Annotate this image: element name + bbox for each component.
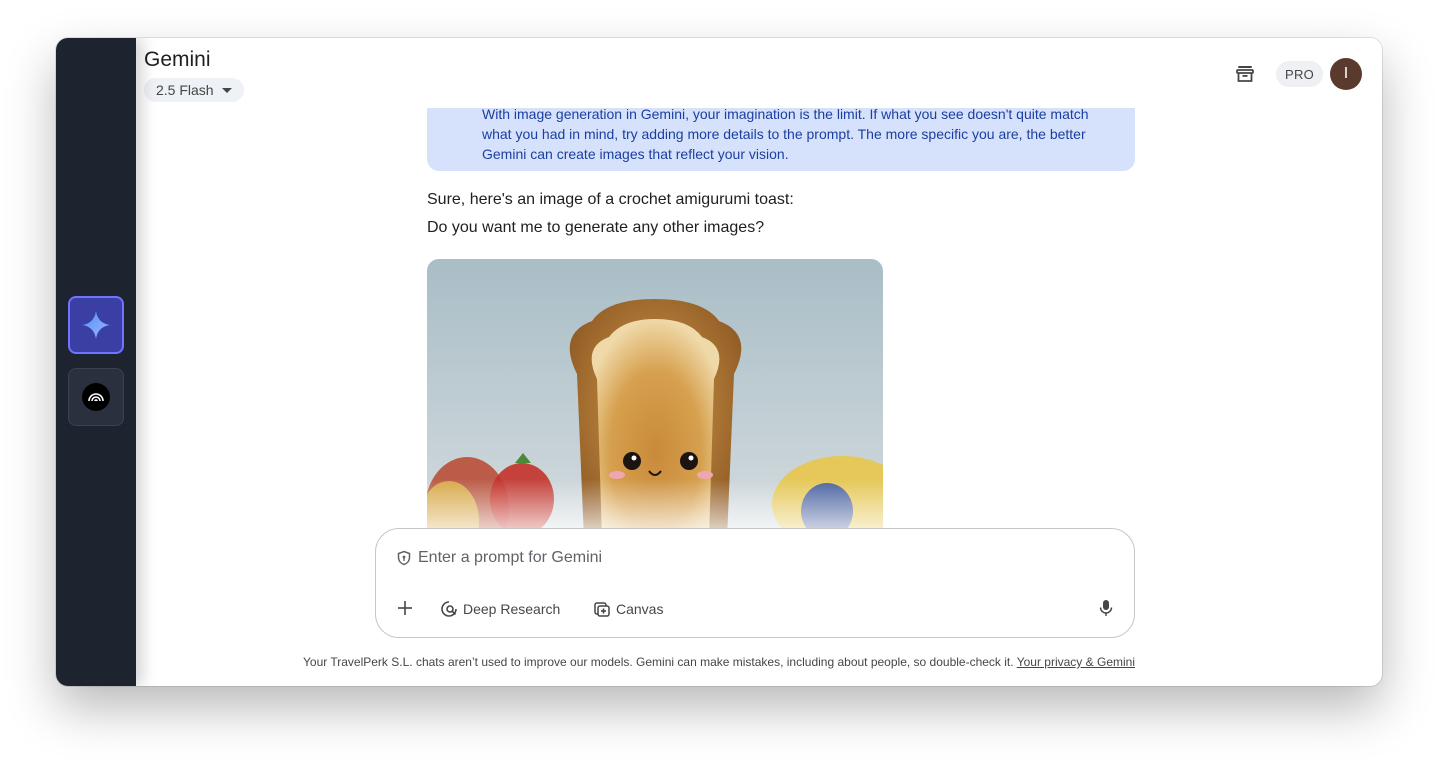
deep-research-button[interactable]: Deep Research	[440, 598, 560, 620]
microphone-icon[interactable]	[1098, 599, 1114, 617]
model-selector[interactable]: 2.5 Flash	[144, 78, 244, 102]
info-line: Gemini can create images that reflect yo…	[482, 146, 789, 162]
prompt-placeholder[interactable]: Enter a prompt for Gemini	[418, 549, 602, 567]
privacy-link[interactable]: Your privacy & Gemini	[1017, 655, 1135, 669]
gem-broadcast-icon	[82, 383, 110, 411]
footer-disclaimer: Your TravelPerk S.L. chats aren’t used t…	[56, 655, 1382, 669]
disclaimer-text: Your TravelPerk S.L. chats aren’t used t…	[303, 655, 1014, 669]
info-line: what you had in mind, try adding more de…	[482, 126, 1086, 142]
side-rail	[56, 38, 136, 686]
rail-gem-button[interactable]	[68, 368, 124, 426]
rail-gemini-button[interactable]	[68, 296, 124, 354]
response-followup: Do you want me to generate any other ima…	[427, 219, 765, 236]
caret-down-icon	[221, 87, 232, 93]
canvas-button[interactable]: Canvas	[593, 598, 663, 620]
deep-research-label: Deep Research	[463, 601, 561, 617]
response-text: Sure, here's an image of a crochet amigu…	[427, 191, 794, 208]
shield-icon	[397, 550, 411, 566]
pro-badge[interactable]: PRO	[1276, 61, 1324, 87]
gemini-sparkle-icon	[82, 311, 110, 339]
prompt-composer: Enter a prompt for Gemini Deep Research …	[375, 528, 1135, 638]
canvas-label: Canvas	[616, 601, 664, 617]
deep-research-icon	[441, 601, 457, 617]
canvas-icon	[594, 602, 610, 617]
top-header: Gemini 2.5 Flash PRO I	[136, 38, 1382, 108]
generated-image[interactable]	[427, 259, 883, 549]
model-label: 2.5 Flash	[156, 82, 214, 98]
add-icon[interactable]	[396, 599, 414, 617]
app-title: Gemini	[144, 48, 211, 71]
app-window: With image generation in Gemini, your im…	[56, 38, 1382, 686]
account-avatar[interactable]: I	[1330, 58, 1362, 90]
prompt-input-row[interactable]: Enter a prompt for Gemini	[396, 549, 602, 567]
archive-icon[interactable]	[1234, 63, 1256, 85]
